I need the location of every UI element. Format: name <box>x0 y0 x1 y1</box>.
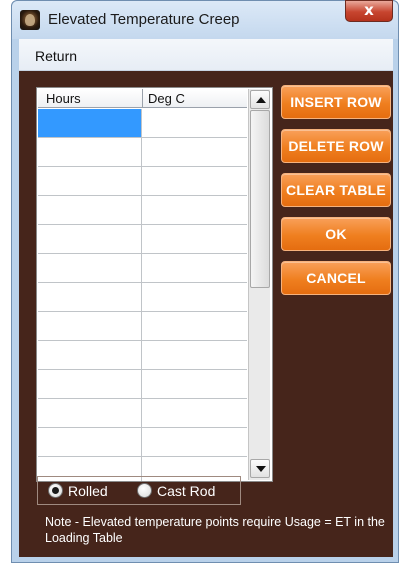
cell-hours[interactable] <box>38 341 142 369</box>
scroll-down-button[interactable] <box>250 459 270 478</box>
close-button[interactable]: x <box>345 0 393 22</box>
radio-button-unselected[interactable] <box>137 483 152 498</box>
cell-deg-c[interactable] <box>143 167 247 195</box>
close-icon: x <box>364 1 374 19</box>
delete-row-label: DELETE ROW <box>288 138 384 154</box>
column-divider[interactable] <box>142 89 143 108</box>
delete-row-button[interactable]: DELETE ROW <box>281 129 391 163</box>
cell-deg-c[interactable] <box>143 399 247 427</box>
cell-hours[interactable] <box>38 399 142 427</box>
insert-row-label: INSERT ROW <box>290 94 382 110</box>
cell-deg-c[interactable] <box>143 370 247 398</box>
title-bar[interactable]: Elevated Temperature Creep x <box>12 0 398 39</box>
window-title: Elevated Temperature Creep <box>48 11 240 28</box>
table-row[interactable] <box>38 312 247 341</box>
cell-deg-c[interactable] <box>143 283 247 311</box>
chevron-up-icon <box>256 97 266 103</box>
table-body <box>38 109 247 481</box>
menu-item-return[interactable]: Return <box>35 48 77 64</box>
cell-deg-c[interactable] <box>143 196 247 224</box>
ok-label: OK <box>325 226 347 242</box>
table-row[interactable] <box>38 283 247 312</box>
table-row[interactable] <box>38 341 247 370</box>
cell-hours[interactable] <box>38 254 142 282</box>
data-table: Hours Deg C <box>36 87 273 482</box>
cell-hours[interactable] <box>38 167 142 195</box>
cell-hours[interactable] <box>38 196 142 224</box>
table-header: Hours Deg C <box>38 89 247 108</box>
app-icon <box>20 10 40 30</box>
table-row[interactable] <box>38 196 247 225</box>
table-row[interactable] <box>38 167 247 196</box>
cancel-label: CANCEL <box>306 270 366 286</box>
material-radio-group: Rolled Cast Rod <box>37 476 241 505</box>
cell-hours[interactable] <box>38 283 142 311</box>
radio-label-cast-rod[interactable]: Cast Rod <box>157 483 215 499</box>
table-row[interactable] <box>38 138 247 167</box>
chevron-down-icon <box>256 466 266 472</box>
cell-deg-c[interactable] <box>143 225 247 253</box>
cell-deg-c[interactable] <box>143 109 247 137</box>
app-window: Elevated Temperature Creep x Return Hour… <box>11 0 399 563</box>
cell-deg-c[interactable] <box>143 341 247 369</box>
ok-button[interactable]: OK <box>281 217 391 251</box>
column-header-hours[interactable]: Hours <box>46 91 81 106</box>
cell-deg-c[interactable] <box>143 254 247 282</box>
dialog-client-area: Return Hours Deg C INSERT ROW DELETE ROW… <box>19 39 393 557</box>
cell-deg-c[interactable] <box>143 428 247 456</box>
cell-hours[interactable] <box>38 225 142 253</box>
cell-deg-c[interactable] <box>143 312 247 340</box>
cell-hours[interactable] <box>38 109 142 137</box>
table-row[interactable] <box>38 370 247 399</box>
table-row[interactable] <box>38 109 247 138</box>
clear-table-button[interactable]: CLEAR TABLE <box>281 173 391 207</box>
column-header-deg-c[interactable]: Deg C <box>148 91 185 106</box>
table-row[interactable] <box>38 225 247 254</box>
scroll-up-button[interactable] <box>250 90 270 109</box>
table-row[interactable] <box>38 254 247 283</box>
radio-button-selected[interactable] <box>48 483 63 498</box>
menu-bar: Return <box>19 39 393 71</box>
cancel-button[interactable]: CANCEL <box>281 261 391 295</box>
table-row[interactable] <box>38 428 247 457</box>
insert-row-button[interactable]: INSERT ROW <box>281 85 391 119</box>
cell-hours[interactable] <box>38 370 142 398</box>
vertical-scrollbar[interactable] <box>248 89 270 480</box>
cell-hours[interactable] <box>38 138 142 166</box>
cell-hours[interactable] <box>38 312 142 340</box>
clear-table-label: CLEAR TABLE <box>286 182 386 198</box>
table-row[interactable] <box>38 399 247 428</box>
cell-hours[interactable] <box>38 428 142 456</box>
radio-label-rolled[interactable]: Rolled <box>68 483 108 499</box>
cell-deg-c[interactable] <box>143 138 247 166</box>
scrollbar-thumb[interactable] <box>250 110 270 288</box>
usage-note: Note - Elevated temperature points requi… <box>45 515 385 545</box>
